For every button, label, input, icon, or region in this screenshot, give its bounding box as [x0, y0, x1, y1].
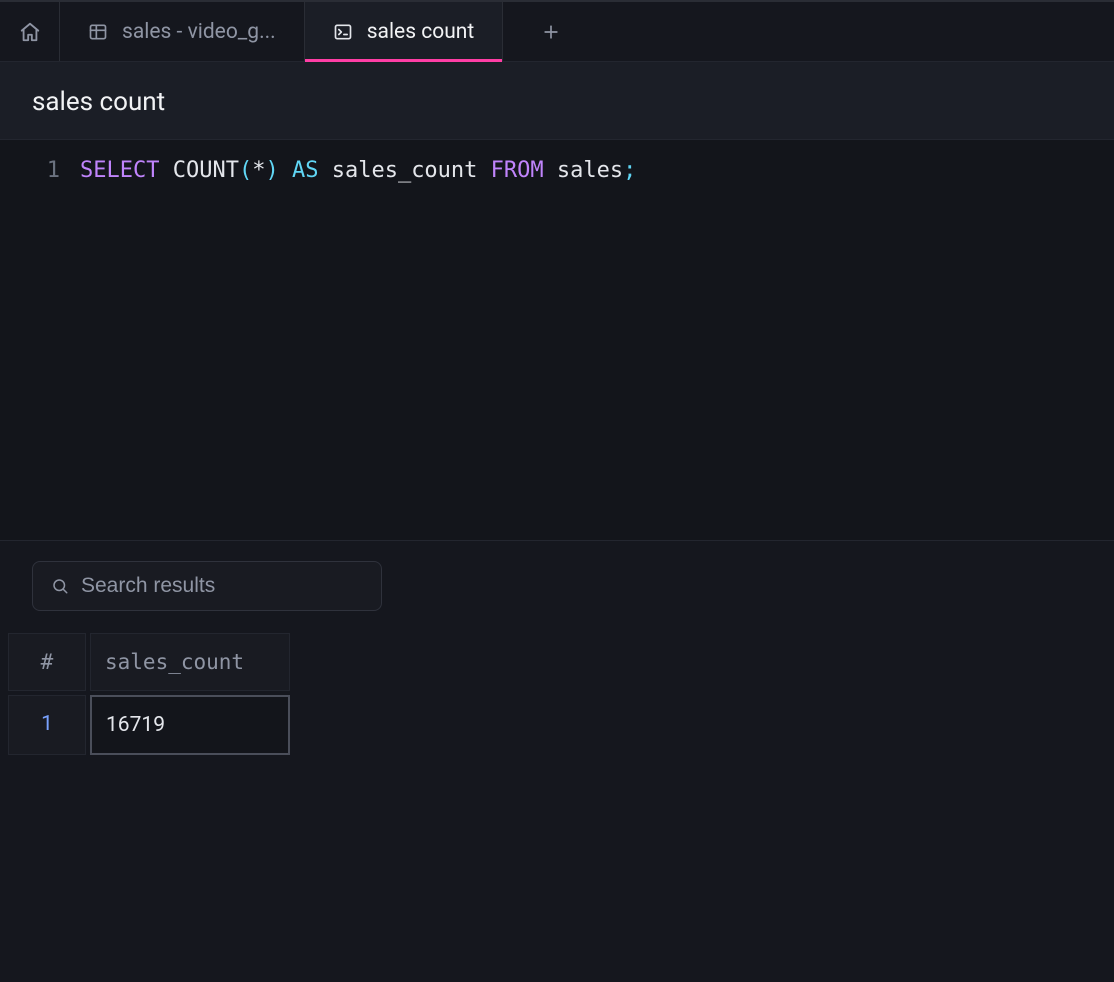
- search-input[interactable]: [81, 574, 363, 598]
- tab-label: sales - video_g...: [122, 20, 276, 44]
- results-panel: # sales_count 1 16719: [0, 540, 1114, 982]
- line-number: 1: [0, 158, 60, 183]
- tab-sales-count[interactable]: sales count: [305, 2, 504, 61]
- home-button[interactable]: [0, 2, 60, 61]
- new-tab-button[interactable]: [521, 2, 581, 61]
- terminal-icon: [333, 22, 353, 42]
- sql-editor[interactable]: 1 SELECT COUNT(*) AS sales_count FROM sa…: [0, 140, 1114, 540]
- app-root: sales - video_g... sales count sales cou…: [0, 0, 1114, 982]
- home-icon: [19, 21, 41, 43]
- tab-sales-table[interactable]: sales - video_g...: [60, 2, 305, 61]
- tabbar: sales - video_g... sales count: [0, 2, 1114, 62]
- tab-label: sales count: [367, 20, 475, 44]
- row-number[interactable]: 1: [8, 695, 86, 755]
- result-cell[interactable]: 16719: [90, 695, 290, 755]
- search-icon: [51, 577, 69, 595]
- row-number-header: #: [8, 633, 86, 691]
- editor-code: SELECT COUNT(*) AS sales_count FROM sale…: [80, 158, 636, 540]
- page-title: sales count: [0, 62, 1114, 140]
- column-header[interactable]: sales_count: [90, 633, 290, 691]
- table-icon: [88, 22, 108, 42]
- results-grid: # sales_count 1 16719: [8, 633, 1082, 755]
- editor-gutter: 1: [0, 158, 80, 540]
- results-search[interactable]: [32, 561, 382, 611]
- plus-icon: [541, 22, 561, 42]
- code-line: SELECT COUNT(*) AS sales_count FROM sale…: [80, 158, 636, 183]
